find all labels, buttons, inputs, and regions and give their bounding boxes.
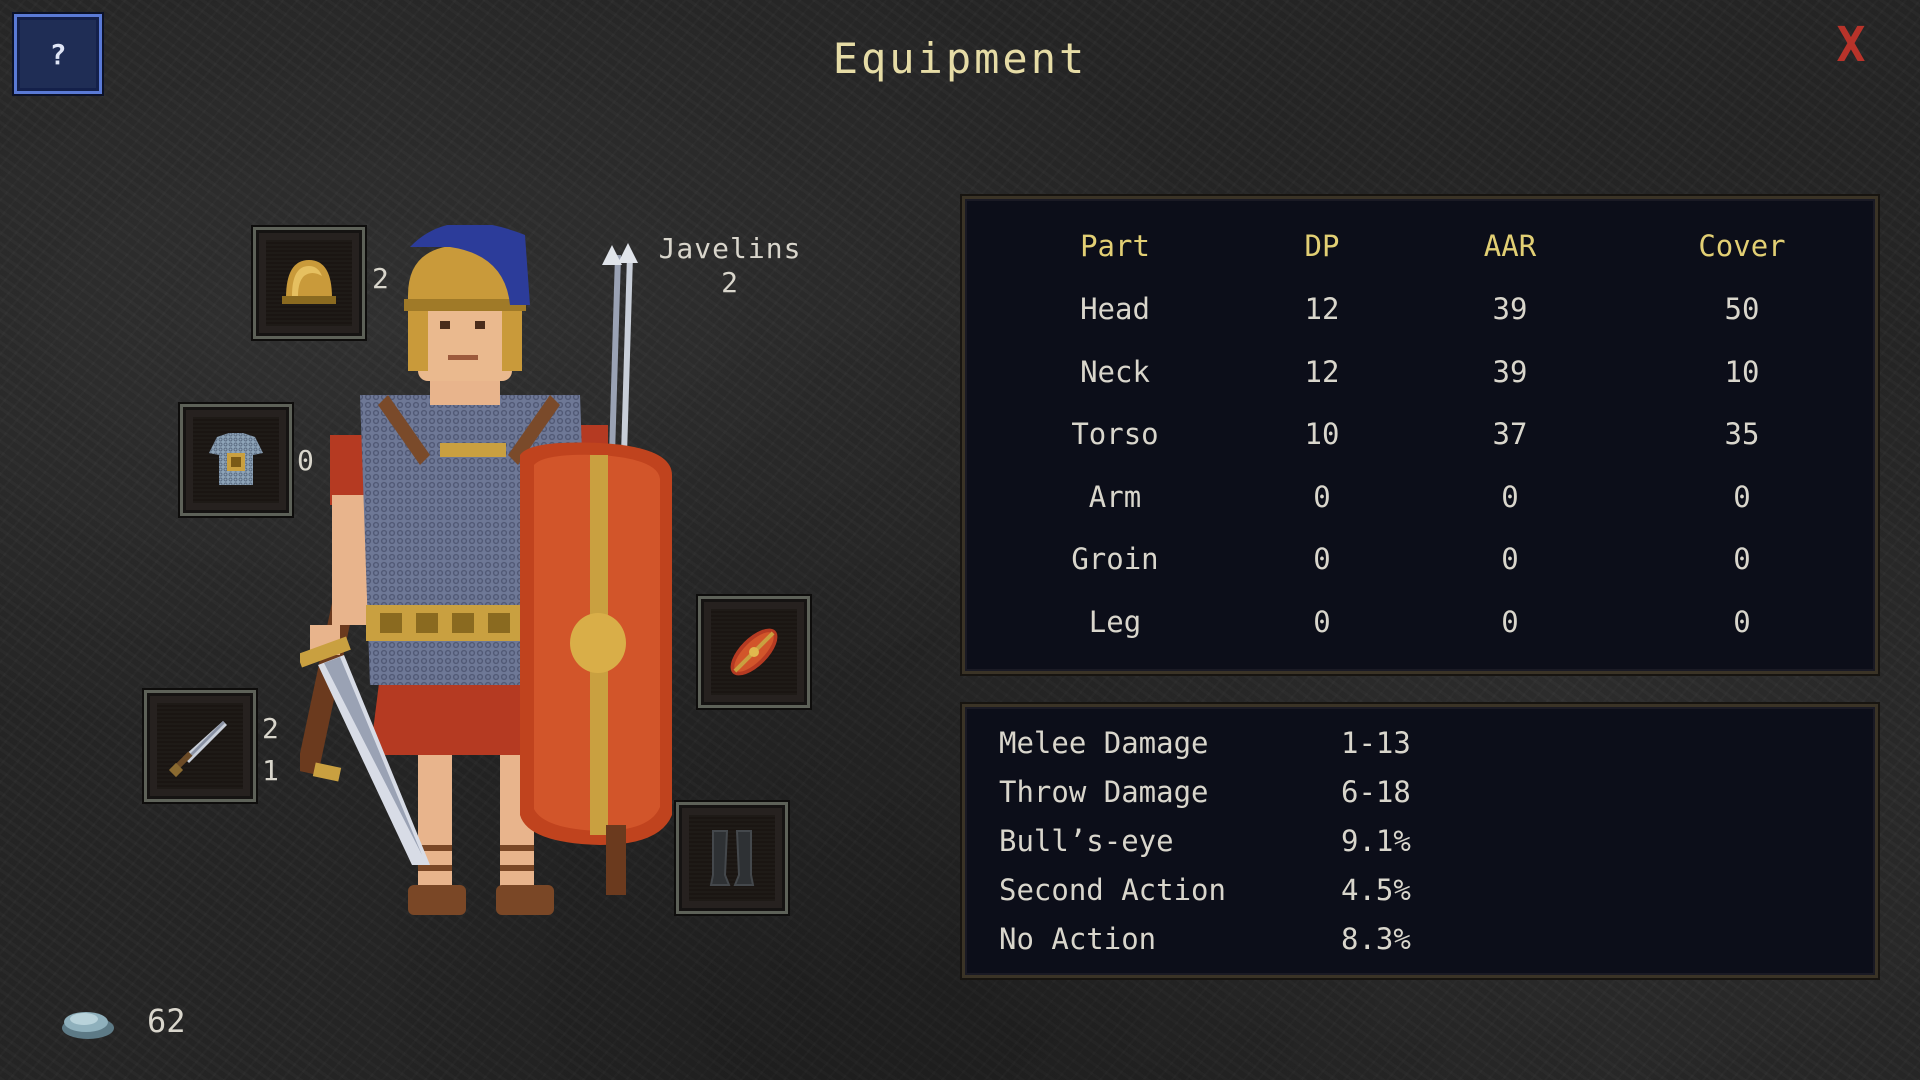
javelins-count: 2 xyxy=(721,266,739,299)
part-cell: Groin xyxy=(1071,542,1159,576)
aar-cell: 39 xyxy=(1492,292,1528,326)
column-header-part: Part xyxy=(1080,229,1150,263)
combat-stats-panel: Melee Damage 1-13 Throw Damage 6-18 Bull… xyxy=(962,704,1878,978)
dp-cell: 0 xyxy=(1313,480,1331,514)
aar-cell: 37 xyxy=(1492,417,1528,451)
cover-cell: 35 xyxy=(1724,417,1760,451)
aar-cell: 39 xyxy=(1492,355,1528,389)
table-row: Leg 0 0 0 xyxy=(965,605,1875,645)
stat-label: Bull’s-eye xyxy=(999,824,1174,858)
cover-cell: 0 xyxy=(1733,605,1751,639)
coin-pouch-icon xyxy=(62,1012,114,1039)
stat-value: 9.1% xyxy=(1341,824,1411,858)
stat-label: Melee Damage xyxy=(999,726,1209,760)
stat-value: 8.3% xyxy=(1341,922,1411,956)
cover-cell: 50 xyxy=(1724,292,1760,326)
mail-armor-icon xyxy=(209,433,263,485)
shield-slot[interactable] xyxy=(698,596,810,708)
column-header-cover: Cover xyxy=(1698,229,1786,263)
cover-cell: 0 xyxy=(1733,480,1751,514)
table-row: Arm 0 0 0 xyxy=(965,480,1875,520)
armor-stats-panel: Part DP AAR Cover Head 12 39 50 Neck 12 … xyxy=(962,196,1878,674)
greaves-slot[interactable] xyxy=(676,802,788,914)
table-row: Head 12 39 50 xyxy=(965,292,1875,332)
body-armor-count: 0 xyxy=(297,444,314,477)
helmet-count: 2 xyxy=(372,262,389,295)
table-row: Neck 12 39 10 xyxy=(965,355,1875,395)
helmet-icon xyxy=(282,260,336,304)
table-row: Groin 0 0 0 xyxy=(965,542,1875,582)
helmet-slot[interactable] xyxy=(253,227,365,339)
javelins-name: Javelins xyxy=(658,232,802,265)
body-armor-slot[interactable] xyxy=(180,404,292,516)
weapon-count-bottom: 1 xyxy=(262,754,279,787)
cover-cell: 10 xyxy=(1724,355,1760,389)
armor-table-header: Part DP AAR Cover xyxy=(965,229,1875,269)
stat-label: No Action xyxy=(999,922,1157,956)
javelins-label: Javelins 2 xyxy=(650,232,810,300)
dp-cell: 0 xyxy=(1313,605,1331,639)
weapon-slot[interactable] xyxy=(144,690,256,802)
aar-cell: 0 xyxy=(1501,605,1519,639)
greaves-icon xyxy=(709,830,755,886)
dp-cell: 0 xyxy=(1313,542,1331,576)
close-button[interactable]: X xyxy=(1826,17,1876,73)
page-title: Equipment xyxy=(832,34,1088,83)
coin-count: 62 xyxy=(147,1002,186,1040)
aar-cell: 0 xyxy=(1501,542,1519,576)
part-cell: Leg xyxy=(1088,605,1142,639)
stat-label: Second Action xyxy=(999,873,1226,907)
dp-cell: 10 xyxy=(1304,417,1340,451)
close-icon: X xyxy=(1836,17,1866,73)
column-header-aar: AAR xyxy=(1483,229,1537,263)
column-header-dp: DP xyxy=(1304,229,1340,263)
weapon-count-top: 2 xyxy=(262,712,279,745)
stat-value: 4.5% xyxy=(1341,873,1411,907)
dp-cell: 12 xyxy=(1304,355,1340,389)
shield-icon xyxy=(730,628,778,676)
part-cell: Neck xyxy=(1080,355,1150,389)
stat-label: Throw Damage xyxy=(999,775,1209,809)
part-cell: Head xyxy=(1080,292,1150,326)
stat-value: 1-13 xyxy=(1341,726,1411,760)
dp-cell: 12 xyxy=(1304,292,1340,326)
stat-value: 6-18 xyxy=(1341,775,1411,809)
cover-cell: 0 xyxy=(1733,542,1751,576)
part-cell: Arm xyxy=(1088,480,1142,514)
aar-cell: 0 xyxy=(1501,480,1519,514)
gladius-icon xyxy=(168,721,227,778)
table-row: Torso 10 37 35 xyxy=(965,417,1875,457)
part-cell: Torso xyxy=(1071,417,1159,451)
